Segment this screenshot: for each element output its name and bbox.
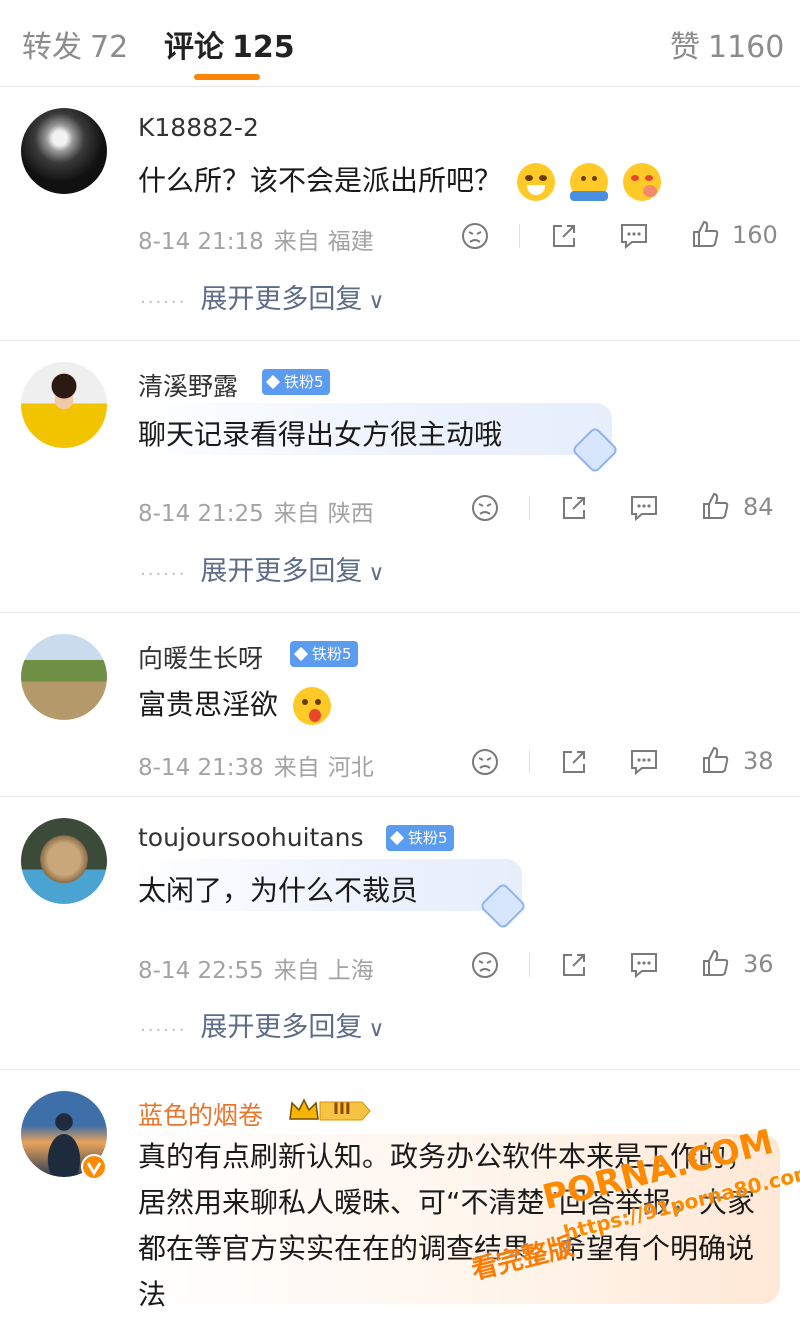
avatar[interactable]	[21, 362, 107, 448]
avatar[interactable]	[21, 818, 107, 904]
expand-replies-label: 展开更多回复	[200, 1012, 363, 1043]
dislike-icon[interactable]	[470, 747, 500, 777]
expand-replies-label: 展开更多回复	[200, 556, 363, 587]
comment-meta: 8-14 22:55 来自 上海	[138, 951, 374, 985]
avatar[interactable]	[21, 634, 107, 720]
chevron-down-icon: ∨	[368, 1017, 385, 1042]
comment-meta: 8-14 21:25 来自 陕西	[138, 494, 374, 528]
comment-from: 来自	[273, 958, 320, 984]
comment-text: 富贵思淫欲	[138, 683, 331, 725]
dots-icon: ······	[140, 1020, 187, 1041]
share-icon[interactable]	[559, 950, 589, 980]
comment-icon[interactable]	[618, 221, 650, 251]
comment-item: K18882-2 什么所？该不会是派出所吧？ 8-14 21:18 来自 福建 16…	[0, 87, 800, 341]
comment-location: 河北	[327, 755, 374, 781]
comment-time: 8-14 21:38	[138, 755, 264, 781]
comment-time: 8-14 22:55	[138, 958, 264, 984]
action-divider	[519, 224, 520, 248]
tab-comments[interactable]: 评论 125	[164, 22, 295, 66]
comment-location: 福建	[327, 229, 374, 255]
fan-badge: 铁粉5	[262, 369, 330, 395]
expand-replies-label: 展开更多回复	[200, 284, 363, 315]
comment-tabs: 转发 72 评论 125 赞 1160	[0, 0, 800, 87]
comment-meta: 8-14 21:38 来自 河北	[138, 748, 374, 782]
tab-likes-count: 1160	[708, 30, 785, 65]
chevron-down-icon: ∨	[368, 561, 385, 586]
tab-repost-count: 72	[90, 30, 129, 65]
tab-likes[interactable]: 赞 1160	[670, 22, 784, 66]
fan-badge-label: 铁粉5	[408, 829, 448, 847]
username[interactable]: K18882-2	[138, 113, 259, 142]
share-icon[interactable]	[559, 747, 589, 777]
diamond-icon	[265, 374, 281, 390]
like-icon[interactable]	[700, 948, 730, 978]
diamond-icon	[293, 646, 309, 662]
comment-icon[interactable]	[628, 950, 660, 980]
tab-comments-label: 评论	[164, 30, 224, 65]
action-divider	[529, 750, 530, 774]
comment-from: 来自	[273, 501, 320, 527]
vip-level-label: III	[333, 1099, 351, 1118]
comment-location: 上海	[327, 958, 374, 984]
shrug-emoji-icon	[569, 163, 608, 201]
tab-comments-count: 125	[232, 30, 295, 65]
like-icon[interactable]	[700, 491, 730, 521]
crown-icon	[289, 1098, 371, 1121]
username[interactable]: 蓝色的烟卷	[138, 1096, 263, 1132]
like-count: 160	[732, 221, 778, 249]
comment-meta: 8-14 21:18 来自 福建	[138, 222, 374, 256]
comment-text: 什么所？该不会是派出所吧？	[138, 159, 661, 201]
action-divider	[529, 496, 530, 520]
dislike-icon[interactable]	[460, 221, 490, 251]
dislike-icon[interactable]	[470, 493, 500, 523]
comment-item: toujoursoohuitans 铁粉5 太闲了，为什么不裁员 8-14 22…	[0, 797, 800, 1070]
active-tab-indicator	[194, 74, 260, 80]
comment-item: 清溪野露 铁粉5 聊天记录看得出女方很主动哦 8-14 21:25 来自 陕西 84…	[0, 341, 800, 613]
fan-badge: 铁粉5	[386, 825, 454, 851]
comment-icon[interactable]	[628, 747, 660, 777]
comment-from: 来自	[273, 755, 320, 781]
fan-badge: 铁粉5	[290, 641, 358, 667]
fan-badge-label: 铁粉5	[284, 373, 324, 391]
dots-icon: ······	[140, 564, 187, 585]
comment-from: 来自	[273, 229, 320, 255]
chevron-down-icon: ∨	[368, 289, 385, 314]
tongue-out-emoji-icon	[292, 687, 331, 725]
comment-text: 聊天记录看得出女方很主动哦	[138, 418, 503, 451]
laugh-cry-emoji-icon	[516, 163, 555, 201]
tab-repost[interactable]: 转发 72	[22, 22, 128, 66]
comment-time: 8-14 21:25	[138, 501, 264, 527]
like-count: 84	[743, 493, 774, 521]
dots-icon: ······	[140, 292, 187, 313]
username[interactable]: 向暖生长呀	[138, 639, 263, 675]
comment-text-body: 富贵思淫欲	[138, 688, 279, 721]
like-icon[interactable]	[700, 745, 730, 775]
like-count: 38	[743, 747, 774, 775]
verified-icon	[81, 1154, 107, 1180]
diamond-icon	[389, 830, 405, 846]
expand-replies-link[interactable]: ······ 展开更多回复 ∨	[140, 277, 384, 316]
comment-icon[interactable]	[628, 493, 660, 523]
tab-likes-label: 赞	[670, 30, 700, 65]
comment-item: 向暖生长呀 铁粉5 富贵思淫欲 8-14 21:38 来自 河北 38	[0, 613, 800, 797]
comment-time: 8-14 21:18	[138, 229, 264, 255]
action-divider	[529, 953, 530, 977]
fan-badge-label: 铁粉5	[312, 645, 352, 663]
expand-replies-link[interactable]: ······ 展开更多回复 ∨	[140, 1005, 384, 1044]
tab-repost-label: 转发	[22, 30, 82, 65]
comment-text-body: 什么所？该不会是派出所吧？	[138, 164, 503, 197]
comment-text: 太闲了，为什么不裁员	[138, 874, 419, 907]
dislike-icon[interactable]	[470, 950, 500, 980]
avatar[interactable]	[21, 108, 107, 194]
heart-eyes-emoji-icon	[622, 163, 661, 201]
username[interactable]: 清溪野露	[138, 367, 238, 403]
share-icon[interactable]	[559, 493, 589, 523]
like-icon[interactable]	[690, 219, 720, 249]
like-count: 36	[743, 950, 774, 978]
expand-replies-link[interactable]: ······ 展开更多回复 ∨	[140, 549, 384, 588]
username[interactable]: toujoursoohuitans	[138, 823, 364, 852]
share-icon[interactable]	[549, 221, 579, 251]
comment-location: 陕西	[327, 501, 374, 527]
